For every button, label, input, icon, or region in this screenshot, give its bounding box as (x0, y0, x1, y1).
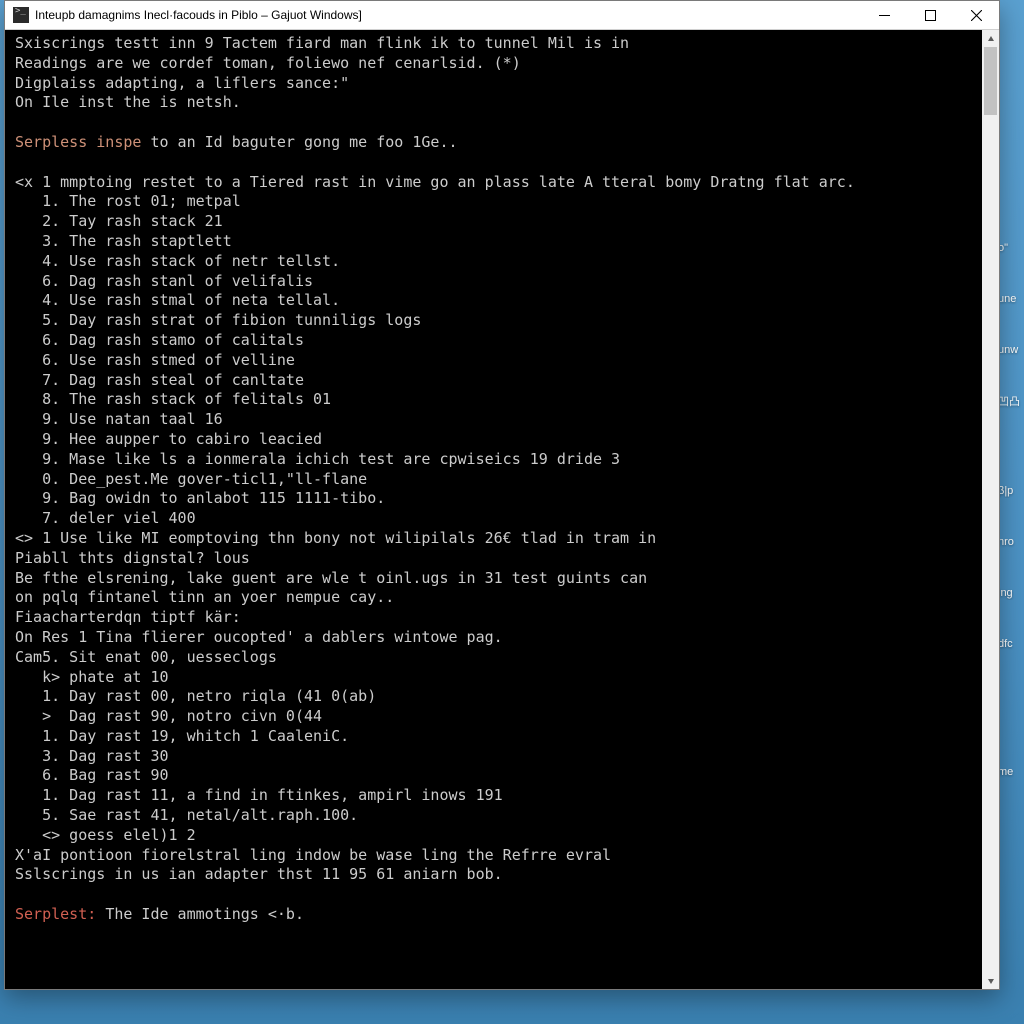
console-line: 1. Dag rast 11, a find in ftinkes, ampir… (15, 786, 503, 804)
console-line: 3. Dag rast 30 (15, 747, 169, 765)
console-line: 1. Day rast 19, whitch 1 CaaleniC. (15, 727, 349, 745)
console-line: X'aI pontioon fiorelstral ling indow be … (15, 846, 611, 864)
console-line: <x 1 mmptoing restet to a Tiered rast in… (15, 173, 855, 191)
scrollbar-thumb[interactable] (984, 47, 997, 115)
console-line: 1. Day rast 00, netro riqla (41 0(ab) (15, 687, 376, 705)
console-line: 2. Tay rash stack 21 (15, 212, 223, 230)
console-line: 6. Bag rast 90 (15, 766, 169, 784)
console-line: The Ide ammotings <·b. (105, 905, 304, 923)
console-line: Cam5. Sit enat 00, uesseclogs (15, 648, 277, 666)
close-button[interactable] (953, 1, 999, 29)
console-line: 7. Dag rash steal of canltate (15, 371, 304, 389)
console-line: <> 1 Use like MI eomptoving thn bony not… (15, 529, 656, 547)
scroll-down-arrow-icon[interactable] (982, 972, 999, 989)
console-error-prefix: Serplest: (15, 905, 105, 923)
console-line: 0. Dee_pest.Me gover-ticl1,"ll-flane (15, 470, 367, 488)
console-line: Digplaiss adapting, a liflers sance:" (15, 74, 349, 92)
console-line: > Dag rast 90, notro civn 0(44 (15, 707, 322, 725)
console-line: 6. Use rash stmed of velline (15, 351, 295, 369)
desktop-icon-labels: o" une unw 凹凸 β|p nro ing dfc me (998, 90, 1024, 817)
scrollbar-track[interactable] (982, 47, 999, 972)
console-line: 9. Mase like ls a ionmerala ichich test … (15, 450, 620, 468)
console-line: Sxiscrings testt inn 9 Tactem fiard man … (15, 34, 629, 52)
scroll-up-arrow-icon[interactable] (982, 30, 999, 47)
console-line: 8. The rash stack of felitals 01 (15, 390, 331, 408)
vertical-scrollbar[interactable] (982, 30, 999, 989)
console-line: Readings are we cordef toman, foliewo ne… (15, 54, 521, 72)
console-highlight: Serpless inspe (15, 133, 141, 151)
console-line: to an Id baguter gong me foo 1Ge.. (141, 133, 457, 151)
console-line: On Ile inst the is netsh. (15, 93, 241, 111)
console-line: Fiaacharterdqn tiptf kär: (15, 608, 241, 626)
console-line: 1. The rost 01; metpal (15, 192, 241, 210)
console-line: on pqlq fintanel tinn an yoer nempue cay… (15, 588, 394, 606)
console-line: 6. Dag rash stamo of calitals (15, 331, 304, 349)
maximize-button[interactable] (907, 1, 953, 29)
console-line: 9. Hee aupper to cabiro leacied (15, 430, 322, 448)
console-line: Sslscrings in us ian adapter thst 11 95 … (15, 865, 503, 883)
console-line: 9. Use natan taal 16 (15, 410, 223, 428)
terminal-window: Inteupb damagnims Inecl·facouds in Piblo… (4, 0, 1000, 990)
console-line: 4. Use rash stmal of neta tellal. (15, 291, 340, 309)
console-line: Piabll thts dignstal? lous (15, 549, 250, 567)
terminal-app-icon (13, 7, 29, 23)
console-line: k> phate at 10 (15, 668, 169, 686)
console-line: 6. Dag rash stanl of velifalis (15, 272, 313, 290)
console-line: 7. deler viel 400 (15, 509, 196, 527)
console-line: 3. The rash staptlett (15, 232, 232, 250)
console-line: 5. Sae rast 41, netal/alt.raph.100. (15, 806, 358, 824)
console-line: 5. Day rash strat of fibion tunniligs lo… (15, 311, 421, 329)
console-line: Be fthe elsrening, lake guent are wle t … (15, 569, 647, 587)
titlebar[interactable]: Inteupb damagnims Inecl·facouds in Piblo… (5, 1, 999, 30)
console-line: On Res 1 Tina flierer oucopted' a dabler… (15, 628, 503, 646)
console-line: 9. Bag owidn to anlabot 115 1111-tibo. (15, 489, 385, 507)
minimize-button[interactable] (861, 1, 907, 29)
window-title: Inteupb damagnims Inecl·facouds in Piblo… (35, 8, 861, 22)
terminal-output[interactable]: Sxiscrings testt inn 9 Tactem fiard man … (5, 30, 982, 989)
console-line: 4. Use rash stack of netr tellst. (15, 252, 340, 270)
console-line: <> goess elel)1 2 (15, 826, 196, 844)
